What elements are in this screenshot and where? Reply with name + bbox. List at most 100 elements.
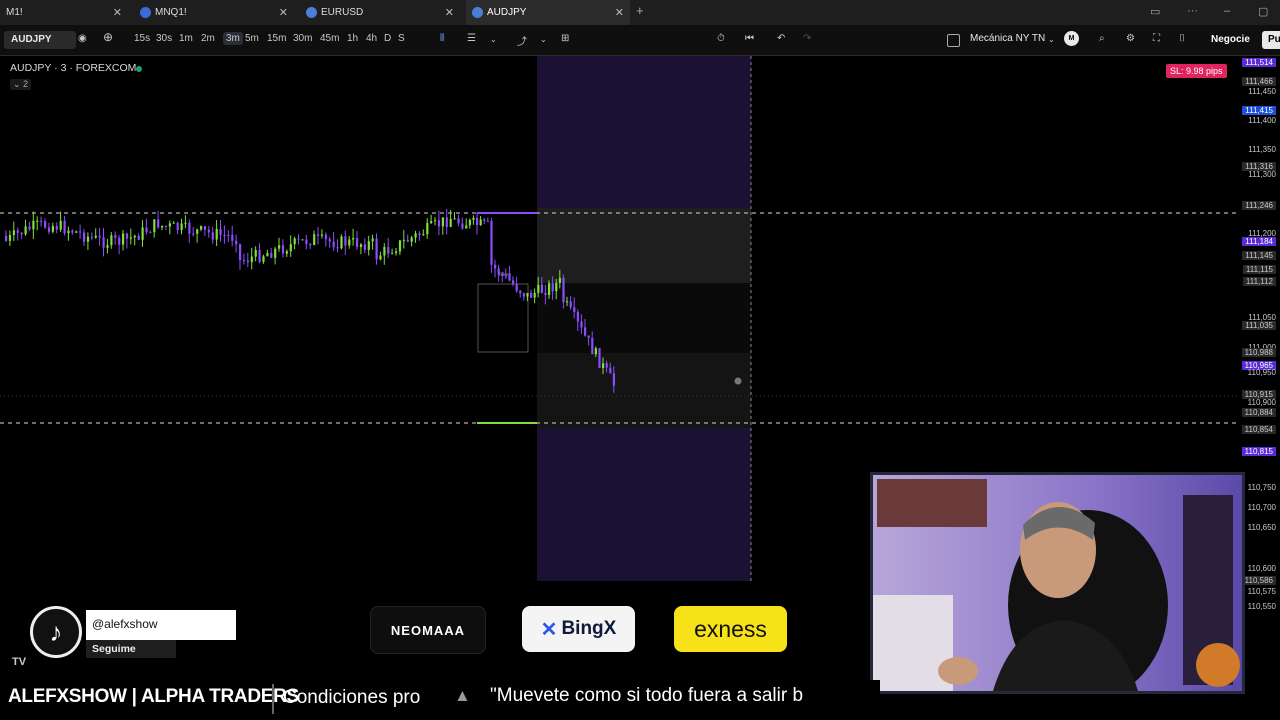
- interval-15m[interactable]: 15m: [267, 33, 286, 44]
- price-label: 111,514: [1242, 58, 1276, 67]
- fullscreen-icon[interactable]: ⛶: [1153, 33, 1160, 44]
- interval-15s[interactable]: 15s: [134, 33, 150, 44]
- browser-tab-1[interactable]: MNQ1! ✕: [134, 0, 294, 25]
- sponsor-label: exness: [694, 615, 767, 642]
- candle-body: [55, 225, 58, 230]
- candle-body: [367, 241, 370, 250]
- candle-body: [133, 235, 136, 238]
- interval-45m[interactable]: 45m: [320, 33, 339, 44]
- candle-body: [164, 225, 168, 227]
- alert-icon[interactable]: ⏱: [717, 33, 725, 44]
- candle-body: [270, 252, 273, 258]
- candle-body: [512, 280, 515, 284]
- candle-body: [584, 327, 587, 336]
- ticker-item: Condiciones pro: [283, 687, 421, 708]
- ticker-bar: ALEFXSHOW | ALPHA TRADERS Condiciones pr…: [0, 680, 880, 720]
- interval-5m[interactable]: 5m: [245, 33, 259, 44]
- candle-body: [246, 260, 249, 263]
- camera-icon[interactable]: ⌷: [1179, 33, 1185, 44]
- candle-body: [336, 247, 339, 249]
- tab-label: M1!: [6, 7, 23, 18]
- candle-body: [137, 235, 140, 240]
- new-tab-icon[interactable]: +: [636, 3, 644, 18]
- browser-tab-2[interactable]: EURUSD ✕: [300, 0, 460, 25]
- candle-body: [587, 335, 590, 338]
- close-icon[interactable]: ✕: [445, 6, 454, 19]
- bar-style-icon[interactable]: ⫴: [440, 33, 444, 44]
- candle-body: [16, 230, 19, 233]
- candle-body: [522, 293, 525, 297]
- more-icon[interactable]: ···: [1187, 5, 1198, 17]
- browser-tab-3[interactable]: AUDJPY ✕: [466, 0, 630, 25]
- candle-series: [5, 208, 615, 393]
- candle-body: [445, 217, 448, 227]
- chart-type-icon[interactable]: ⤴: [517, 33, 527, 48]
- undo-icon[interactable]: ↶: [777, 33, 785, 44]
- candle-body: [573, 307, 576, 313]
- interval-1h[interactable]: 1h: [347, 33, 358, 44]
- chevron-down-icon[interactable]: ⌄: [1048, 35, 1055, 44]
- price-label: 110,900: [1247, 398, 1276, 407]
- tradingview-logo: TV: [12, 656, 27, 668]
- trade-button[interactable]: Negocie: [1211, 34, 1250, 45]
- maximize-icon[interactable]: ▢: [1258, 5, 1268, 18]
- candle-body: [161, 225, 164, 228]
- add-symbol-icon[interactable]: ⊕: [103, 30, 113, 44]
- candle-body: [609, 367, 612, 374]
- candle-body: [153, 219, 156, 233]
- candle-body: [537, 284, 540, 293]
- chart-legend-title: AUDJPY · 3 · FOREXCOM: [10, 62, 137, 74]
- interval-S[interactable]: S: [398, 33, 405, 44]
- candle-body: [122, 233, 125, 245]
- indicators-collapse[interactable]: ⌄ 2: [10, 79, 32, 90]
- redo-icon[interactable]: ↷: [803, 33, 811, 44]
- chevron-down-icon[interactable]: ⌄: [540, 35, 547, 44]
- chevron-down-icon[interactable]: ⌄: [490, 35, 497, 44]
- indicators-icon[interactable]: ☰: [467, 33, 476, 44]
- interval-1m[interactable]: 1m: [179, 33, 193, 44]
- price-label: 111,115: [1242, 265, 1276, 274]
- interval-4h[interactable]: 4h: [366, 33, 377, 44]
- interval-3m[interactable]: 3m: [223, 32, 243, 45]
- range-zone-mid: [537, 283, 751, 353]
- candle-body: [254, 249, 257, 257]
- candle-body: [83, 232, 86, 242]
- candle-body: [504, 274, 507, 276]
- sponsor-bingx[interactable]: ✕ BingX: [522, 606, 635, 652]
- candle-body: [141, 227, 144, 240]
- interval-2m[interactable]: 2m: [201, 33, 215, 44]
- gear-icon[interactable]: ⚙: [1126, 33, 1135, 44]
- layout-name[interactable]: Mecánica NY TN: [970, 33, 1045, 44]
- sponsor-exness[interactable]: exness: [674, 606, 787, 652]
- close-icon[interactable]: ✕: [615, 6, 624, 19]
- layout-badge[interactable]: M: [1064, 31, 1079, 46]
- price-label: 111,466: [1242, 77, 1276, 86]
- tab-label: EURUSD: [321, 7, 364, 18]
- candle-body: [102, 237, 105, 248]
- eye-icon[interactable]: ◉: [78, 33, 87, 44]
- search-icon[interactable]: ⌕: [1099, 33, 1105, 44]
- symbol-search[interactable]: AUDJPY: [4, 31, 76, 49]
- browser-tab-0[interactable]: M1! ✕: [0, 0, 128, 25]
- minimize-icon[interactable]: –: [1224, 5, 1230, 17]
- candle-body: [422, 234, 425, 236]
- candle-body: [598, 348, 601, 368]
- interval-30m[interactable]: 30m: [293, 33, 312, 44]
- discount-zone: [537, 428, 751, 581]
- layout-grid-icon[interactable]: ⊞: [561, 33, 569, 44]
- interval-D[interactable]: D: [384, 33, 391, 44]
- replay-icon[interactable]: ⏮: [745, 33, 754, 44]
- close-icon[interactable]: ✕: [113, 6, 122, 19]
- interval-30s[interactable]: 30s: [156, 33, 172, 44]
- price-label: 110,575: [1247, 587, 1276, 596]
- candle-body: [188, 222, 191, 234]
- monitor-icon[interactable]: ▭: [1150, 5, 1160, 18]
- candle-body: [215, 229, 218, 240]
- candle-body: [558, 277, 561, 283]
- candle-body: [40, 220, 43, 222]
- publish-button[interactable]: Pu: [1262, 31, 1280, 49]
- close-icon[interactable]: ✕: [279, 6, 288, 19]
- candle-body: [486, 220, 489, 222]
- candle-body: [98, 235, 101, 238]
- sponsor-neomaaa[interactable]: NEOMAAA: [370, 606, 486, 654]
